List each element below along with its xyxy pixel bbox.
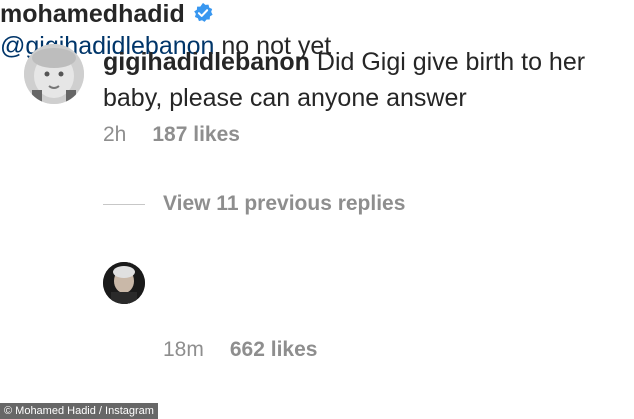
verified-badge-icon — [192, 2, 214, 24]
comment-2-username[interactable]: mohamedhadid — [0, 0, 185, 28]
comment-2-meta: 18m 662 likes — [163, 338, 317, 362]
avatar-mohamedhadid[interactable] — [103, 262, 145, 304]
comment-1-username[interactable]: gigihadidlebanon — [103, 48, 310, 76]
man-photo-avatar — [103, 262, 145, 304]
replies-divider-line — [103, 204, 145, 205]
avatar-gigihadidlebanon[interactable] — [24, 44, 84, 104]
comment-1-time: 2h — [103, 123, 127, 146]
comment-1-likes[interactable]: 187 likes — [152, 123, 240, 146]
comment-1-body: gigihadidlebanon Did Gigi give birth to … — [103, 44, 603, 116]
comment-1-meta: 2h 187 likes — [103, 123, 240, 147]
baby-photo-avatar — [24, 44, 84, 104]
photo-credit: © Mohamed Hadid / Instagram — [0, 403, 158, 419]
comment-2-likes[interactable]: 662 likes — [230, 338, 318, 361]
comment-2-time: 18m — [163, 338, 204, 361]
view-previous-replies-button[interactable]: View 11 previous replies — [163, 192, 405, 216]
comment-2-header: mohamedhadid — [0, 0, 634, 29]
